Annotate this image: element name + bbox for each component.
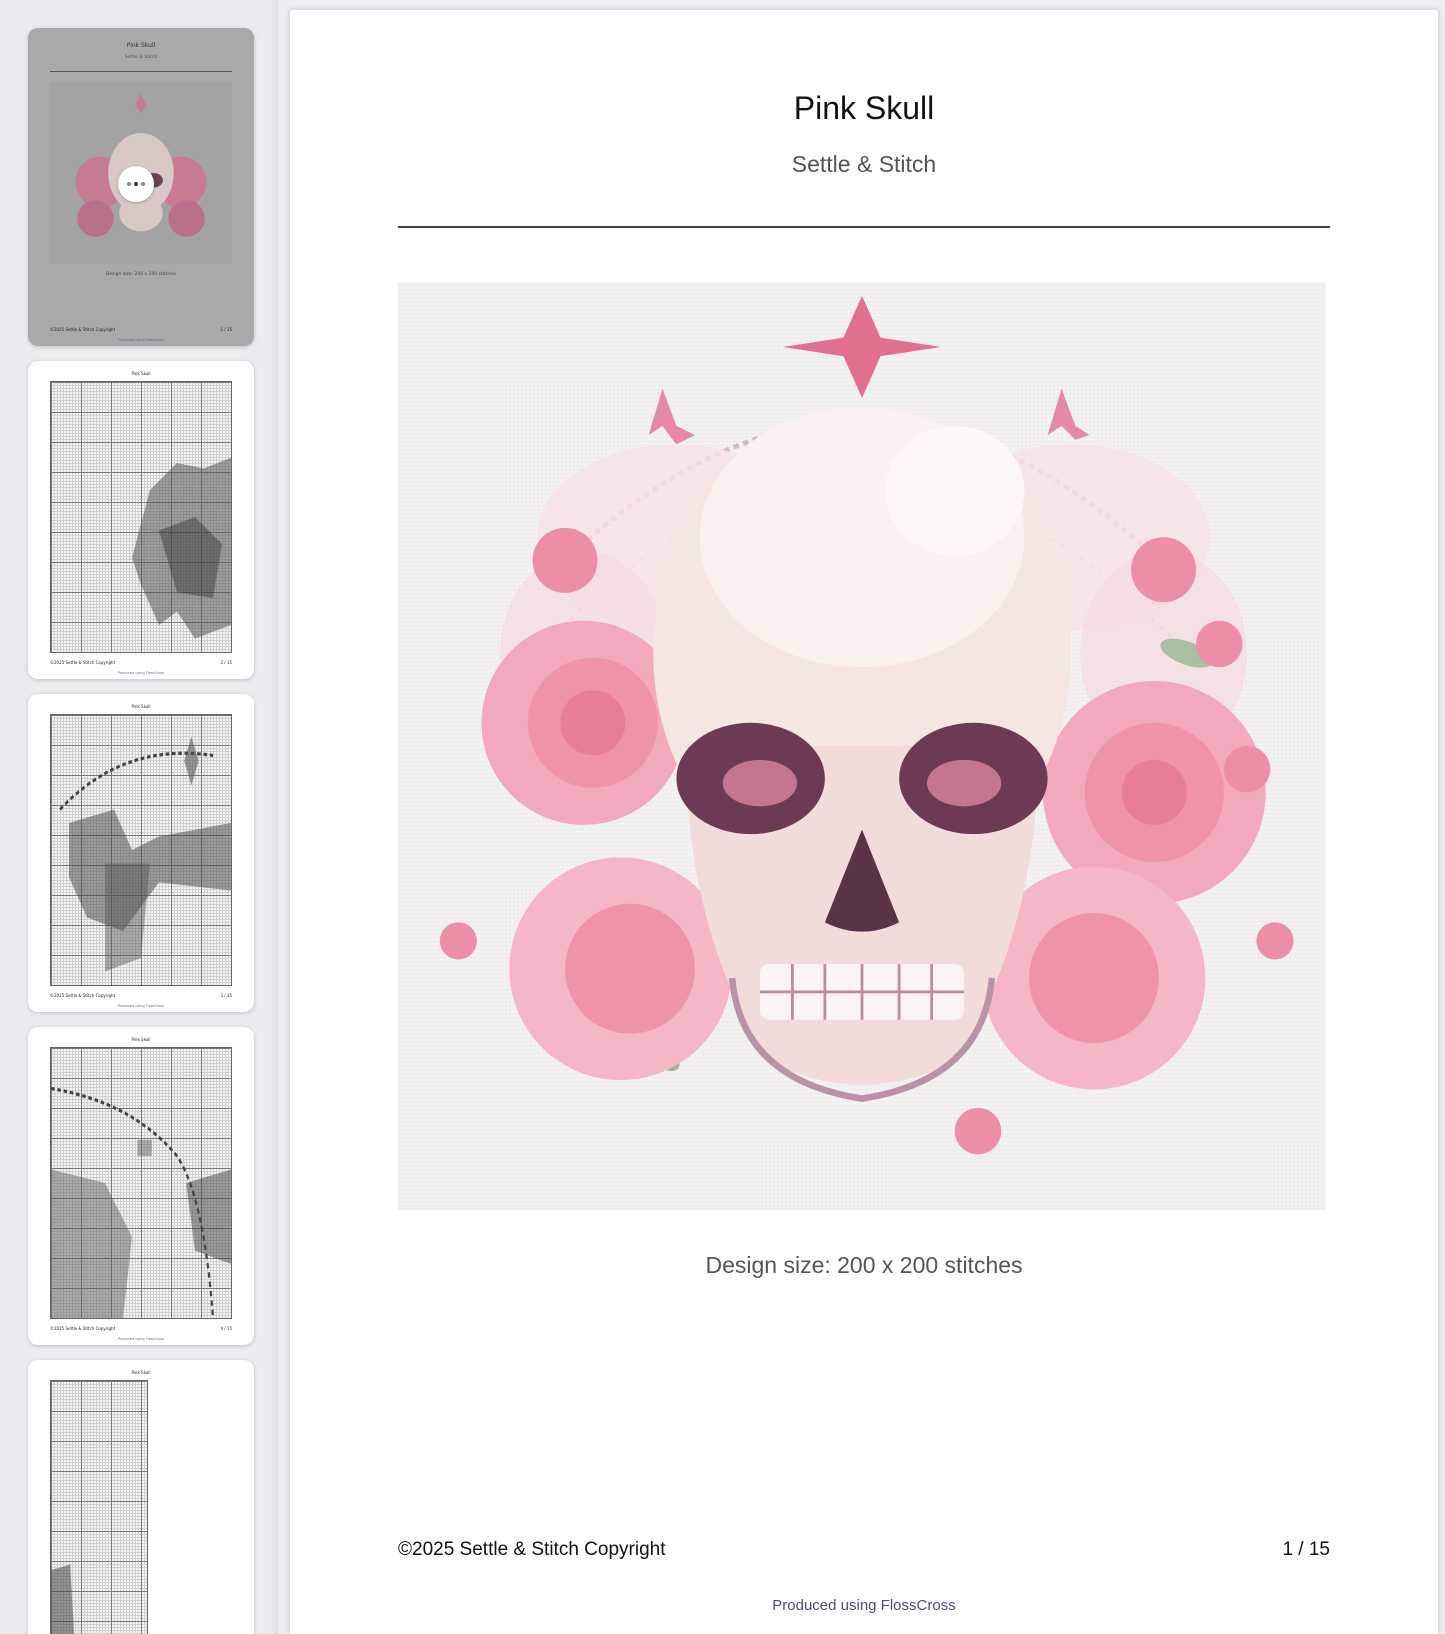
thumbnail-copyright: ©2025 Settle & Stitch Copyright xyxy=(50,1326,116,1331)
thumbnail-page-number: 3 / 15 xyxy=(220,993,232,998)
produced-by-link[interactable]: Produced using FlossCross xyxy=(290,1597,1438,1614)
thumbnail-chart-grid xyxy=(50,1380,148,1634)
thumbnail-produced-by: Produced using FlossCross xyxy=(117,338,165,342)
more-dots-icon[interactable] xyxy=(118,166,154,202)
thumbnail-title: Pink Skull xyxy=(131,371,151,376)
thumbnail-page-number: 1 / 15 xyxy=(220,327,232,332)
page-title: Pink Skull xyxy=(793,90,935,126)
pattern-preview-image xyxy=(398,282,1326,1210)
dot xyxy=(141,182,145,186)
design-size-label: Design size: 200 x 200 stitches xyxy=(705,1252,1023,1278)
page-thumbnail-sidebar: Pink Skull Settle & Stitch Design size: … xyxy=(0,0,278,1634)
thumbnail-rule xyxy=(50,71,232,72)
thumbnail-title: Pink Skull xyxy=(131,1370,151,1375)
title-divider xyxy=(398,226,1330,228)
thumbnail-title: Pink Skull xyxy=(131,1037,151,1042)
page-subtitle: Settle & Stitch xyxy=(791,151,937,177)
thumbnail-design-size: Design size: 200 x 200 stitches xyxy=(105,272,177,277)
thumbnail-produced-by: Produced using FlossCross xyxy=(117,1004,165,1008)
page-thumbnail-3[interactable]: Pink Skull ©2025 Settle & Stitch Copyrig… xyxy=(28,694,254,1012)
thumbnail-copyright: ©2025 Settle & Stitch Copyright xyxy=(50,993,116,998)
thumbnail-title: Pink Skull xyxy=(131,704,151,709)
thumbnail-page-number: 2 / 15 xyxy=(220,660,232,665)
thumbnail-chart-grid xyxy=(50,381,232,653)
thumbnail-page-number: 4 / 15 xyxy=(220,1326,232,1331)
thumbnail-copyright: ©2025 Settle & Stitch Copyright xyxy=(50,660,116,665)
thumbnail-chart-grid xyxy=(50,1047,232,1319)
page-thumbnail-5[interactable]: Pink Skull xyxy=(28,1360,254,1634)
document-page: Pink Skull Settle & Stitch Design size: … xyxy=(290,10,1438,1634)
page-thumbnail-2[interactable]: Pink Skull ©2025 Settle & Stitch Copyrig… xyxy=(28,361,254,679)
dot xyxy=(134,182,138,186)
thumbnail-chart-grid xyxy=(50,714,232,986)
thumbnail-produced-by: Produced using FlossCross xyxy=(117,671,165,675)
page-thumbnail-4[interactable]: Pink Skull ©2025 Settle & Stitch Copyrig… xyxy=(28,1027,254,1345)
thumbnail-produced-by: Produced using FlossCross xyxy=(117,1337,165,1341)
thumbnail-title: Pink Skull xyxy=(126,42,156,49)
copyright-footer: ©2025 Settle & Stitch Copyright xyxy=(398,1539,666,1560)
thumbnail-subtitle: Settle & Stitch xyxy=(124,55,158,60)
thumbnail-copyright: ©2025 Settle & Stitch Copyright xyxy=(50,327,116,332)
page-number: 1 / 15 xyxy=(1282,1539,1330,1560)
dot xyxy=(127,182,131,186)
page-thumbnail-1[interactable]: Pink Skull Settle & Stitch Design size: … xyxy=(28,28,254,346)
